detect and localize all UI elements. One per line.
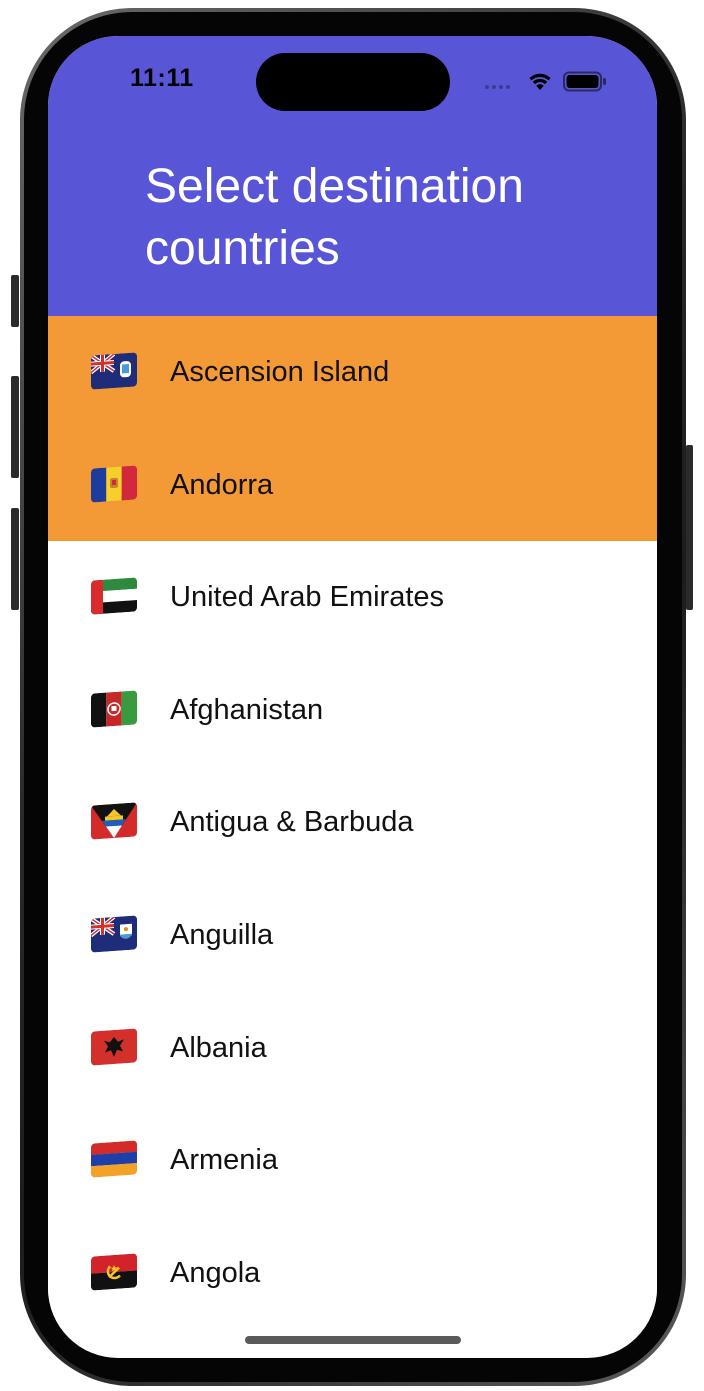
power-button: [686, 445, 693, 610]
country-name: Angola: [170, 1256, 261, 1289]
anguilla-flag-icon: [91, 915, 137, 953]
country-name: United Arab Emirates: [170, 581, 445, 614]
volume-up-button: [11, 376, 19, 478]
country-row-angola[interactable]: Angola: [48, 1216, 657, 1330]
country-row-ascension-island[interactable]: Ascension Island: [48, 316, 657, 429]
andorra-flag-icon: [91, 464, 137, 503]
country-name: Afghanistan: [170, 693, 324, 726]
country-name: Andorra: [170, 468, 274, 501]
volume-down-button: [11, 508, 19, 610]
country-name: Antigua & Barbuda: [170, 806, 414, 839]
country-row-andorra[interactable]: Andorra: [48, 428, 657, 542]
country-row-united-arab-emirates[interactable]: United Arab Emirates: [48, 541, 657, 654]
dynamic-island: [256, 53, 450, 111]
uae-flag-icon: [91, 577, 137, 615]
country-row-anguilla[interactable]: Anguilla: [48, 878, 657, 992]
country-row-antigua-barbuda[interactable]: Antigua & Barbuda: [48, 766, 657, 879]
antigua-barbuda-flag-icon: [91, 802, 137, 840]
country-row-albania[interactable]: Albania: [48, 991, 657, 1105]
country-row-afghanistan[interactable]: Afghanistan: [48, 653, 657, 767]
country-name: Albania: [170, 1031, 267, 1064]
country-name: Anguilla: [170, 918, 274, 951]
header: 11:11 Select destination countries: [48, 36, 657, 316]
cellular-signal-icon: [485, 85, 517, 90]
phone-screen: 11:11 Select destination countries Ascen…: [48, 36, 657, 1358]
ascension-island-flag-icon: [91, 352, 137, 390]
country-name: Ascension Island: [170, 356, 390, 388]
afghanistan-flag-icon: [91, 690, 137, 728]
country-row-armenia[interactable]: Armenia: [48, 1104, 657, 1217]
home-indicator[interactable]: [245, 1336, 461, 1344]
battery-icon: [563, 71, 607, 92]
country-list[interactable]: Ascension Island Andorra United Arab Emi…: [48, 316, 657, 1330]
wifi-icon: [527, 71, 553, 91]
albania-flag-icon: [91, 1027, 137, 1066]
silent-switch: [11, 275, 19, 327]
status-time: 11:11: [130, 64, 194, 92]
angola-flag-icon: [91, 1253, 137, 1291]
country-name: Armenia: [170, 1144, 278, 1177]
armenia-flag-icon: [91, 1140, 137, 1178]
page-title: Select destination countries: [145, 160, 524, 275]
